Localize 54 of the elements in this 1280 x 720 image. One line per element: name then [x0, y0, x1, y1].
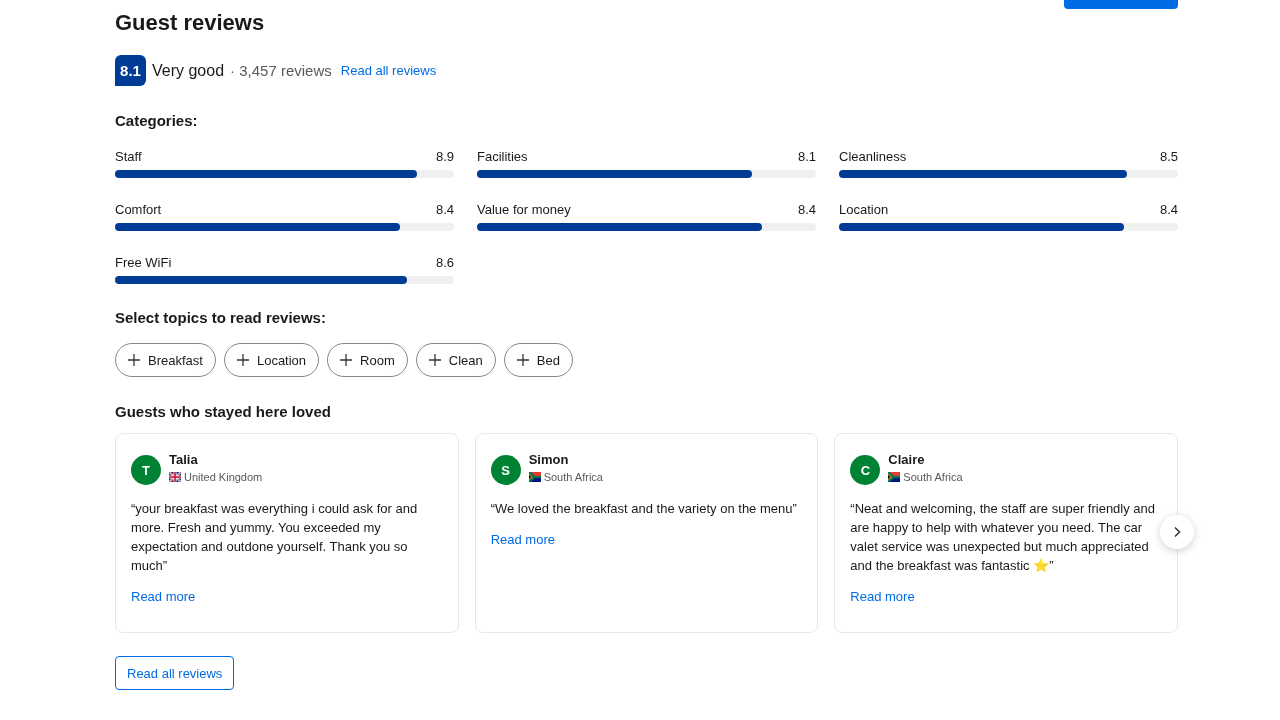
reviewer-country: South Africa	[903, 471, 963, 483]
review-text: “We loved the breakfast and the variety on the menu”	[490, 500, 798, 518]
plus-icon	[128, 354, 140, 366]
review-text: “Neat and welcoming, the staff are super friendly and are happy to help with whatever you need. The car valet service was unexpected but much appreciated and the breakfast was fantastic ⭐”	[850, 500, 1157, 575]
plus-icon	[516, 354, 529, 366]
avatar: S	[490, 455, 521, 485]
reviewer-name: Claire	[888, 452, 926, 467]
category-label: Facilities	[477, 149, 528, 164]
reviewer-country: United Kingdom	[184, 471, 263, 483]
flag-icon	[169, 472, 181, 482]
category-score: 8.4	[435, 202, 454, 217]
read-more-link[interactable]: Read more	[850, 589, 915, 604]
plus-icon	[428, 354, 441, 366]
category-label: Cleanliness	[839, 149, 907, 164]
category-score: 8.9	[435, 149, 454, 164]
category-label: Free WiFi	[115, 255, 172, 270]
avatar: T	[131, 455, 161, 485]
rating-label: Very good	[152, 61, 225, 80]
topic-chip[interactable]: Bed	[503, 343, 573, 377]
category-label: Location	[839, 202, 889, 217]
topic-chip[interactable]: Breakfast	[115, 343, 216, 377]
category-score: 8.4	[1159, 202, 1178, 217]
next-button[interactable]	[1160, 515, 1194, 549]
topic-chip[interactable]: Clean	[415, 343, 496, 377]
topic-chip[interactable]: Location	[223, 343, 320, 377]
read-all-button[interactable]: Read all reviews	[115, 656, 235, 690]
topics-heading: Select topics to read reviews:	[115, 309, 327, 326]
categories-heading: Categories:	[115, 112, 199, 129]
category-score: 8.4	[797, 202, 816, 217]
top-button[interactable]	[1064, 0, 1178, 9]
category-label: Comfort	[115, 202, 162, 217]
review-text: “your breakfast was everything i could ask for and more. Fresh and yummy. You exceeded my expectation and outdone yourself. Thank you so much”	[131, 500, 419, 575]
category-label: Staff	[115, 149, 142, 164]
chevron-right-icon	[1172, 526, 1182, 538]
category-score: 8.5	[1159, 149, 1178, 164]
category-score: 8.6	[435, 255, 454, 270]
reviewer-country: South Africa	[543, 471, 603, 483]
avatar: C	[850, 455, 881, 485]
score-badge: 8.1	[115, 55, 146, 86]
reviewer-name: Talia	[169, 452, 199, 467]
flag-icon	[888, 472, 901, 482]
plus-icon	[340, 354, 353, 366]
flag-icon	[528, 472, 541, 482]
read-all-link[interactable]: Read all reviews	[340, 63, 437, 78]
plus-icon	[236, 354, 249, 366]
read-more-link[interactable]: Read more	[490, 532, 555, 547]
section-title: Guest reviews	[115, 10, 265, 36]
category-label: Value for money	[477, 202, 571, 217]
category-score: 8.1	[797, 149, 816, 164]
loved-heading: Guests who stayed here loved	[115, 403, 332, 420]
read-more-link[interactable]: Read more	[131, 589, 196, 604]
topic-chip[interactable]: Room	[327, 343, 408, 377]
reviewer-name: Simon	[528, 452, 570, 467]
review-count: · 3,457 reviews	[230, 62, 332, 79]
